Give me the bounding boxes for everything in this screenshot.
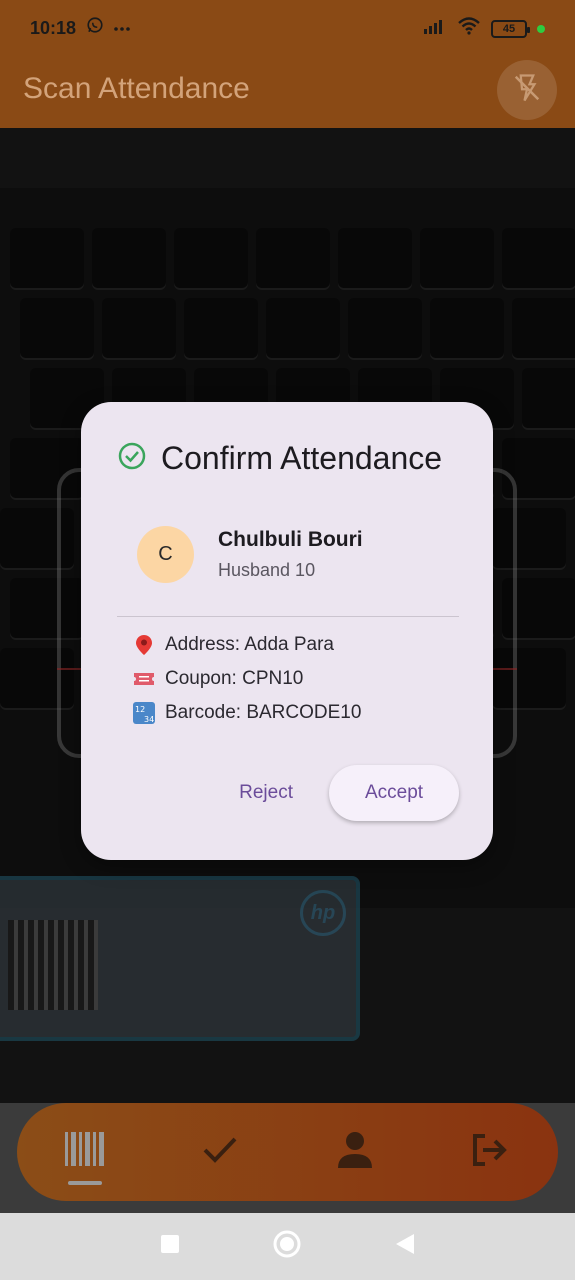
flash-off-icon [512,73,542,108]
recents-button[interactable] [160,1234,180,1259]
numbers-icon: 12 34 [133,702,155,724]
nav-attendance[interactable] [185,1117,255,1187]
barcode-row: 12 34 Barcode: BARCODE10 [133,696,361,730]
nav-profile[interactable] [320,1117,390,1187]
barcode-text: Barcode: BARCODE10 [165,702,362,723]
person-card: C Chulbuli Bouri Husband 10 [137,526,363,583]
coupon-row: Coupon: CPN10 [133,662,361,696]
coupon-text: Coupon: CPN10 [165,668,304,689]
details-list: Address: Adda Para Coupon: CPN10 12 34 Ba… [133,628,361,730]
status-time: 10:18 [30,18,77,38]
barcode-icon [63,1130,107,1175]
person-icon [336,1130,374,1175]
reject-button[interactable]: Reject [229,774,303,812]
person-name: Chulbuli Bouri [218,528,363,551]
address-text: Address: Adda Para [165,634,334,655]
confirm-attendance-dialog: Confirm Attendance C Chulbuli Bouri Husb… [81,402,493,860]
address-row: Address: Adda Para [133,628,361,662]
battery-icon: 45 [491,19,530,38]
nav-scan[interactable] [50,1117,120,1187]
bottom-nav [17,1103,558,1201]
accept-button[interactable]: Accept [329,765,459,821]
back-button[interactable] [394,1232,416,1261]
app-bar: Scan Attendance [0,58,575,128]
home-button[interactable] [272,1229,302,1264]
svg-text:12: 12 [135,705,145,714]
dialog-actions: Reject Accept [229,765,459,821]
pin-icon [133,634,155,656]
wifi-icon [457,17,481,40]
avatar: C [137,526,194,583]
check-circle-icon [117,441,147,476]
ticket-icon [133,668,155,690]
signal-icon [423,18,447,39]
check-icon [202,1135,238,1170]
status-bar: 10:18 45 [0,0,575,58]
flash-toggle-button[interactable] [497,60,557,120]
dialog-title: Confirm Attendance [161,440,443,476]
logout-icon [471,1133,509,1172]
dialog-header: Confirm Attendance [117,440,442,477]
whatsapp-icon [86,16,104,39]
nav-selected-indicator [67,1181,102,1185]
person-relation: Husband 10 [218,560,316,580]
divider [117,616,459,617]
page-title: Scan Attendance [23,72,250,105]
nav-logout[interactable] [455,1117,525,1187]
bottom-nav-area [0,1103,575,1213]
more-dots-icon [114,19,130,37]
privacy-dot-icon [537,24,545,33]
svg-text:34: 34 [144,715,154,724]
system-nav-bar [0,1213,575,1280]
